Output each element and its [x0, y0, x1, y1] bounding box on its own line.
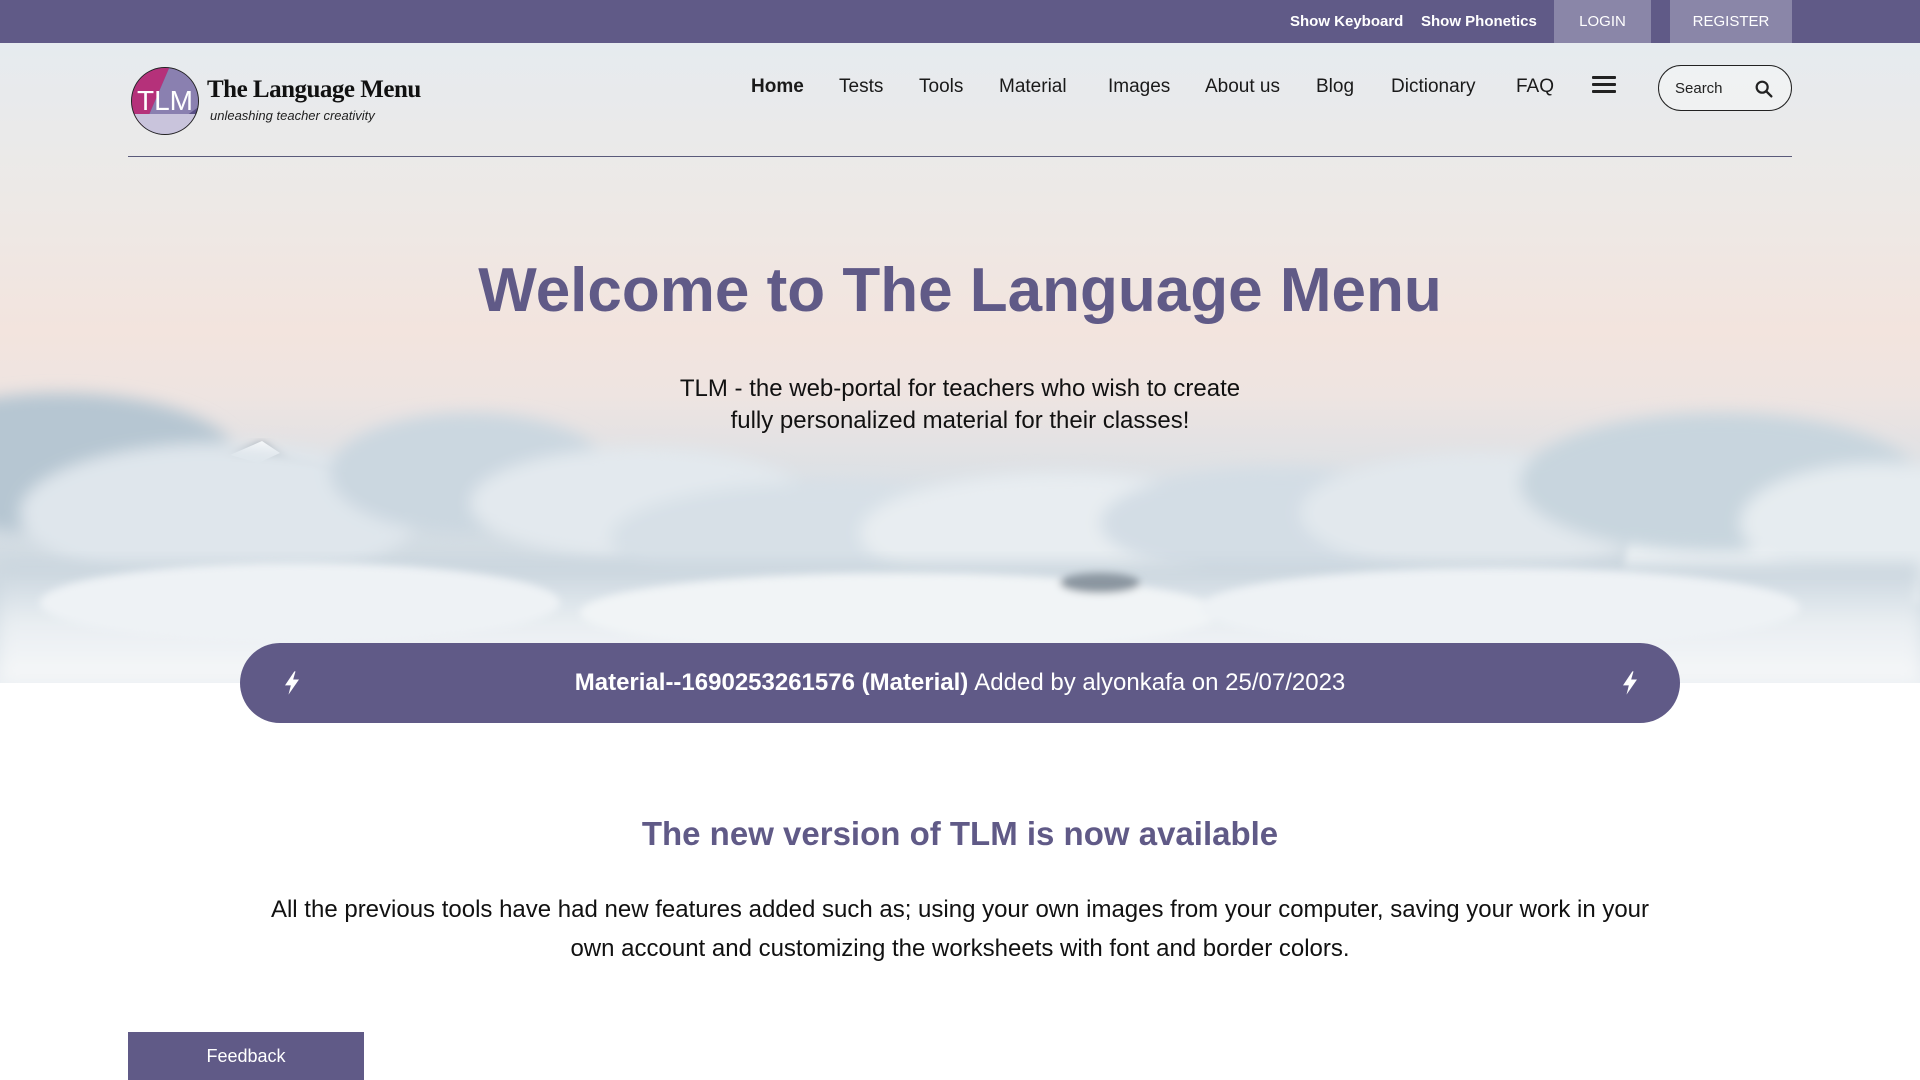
hero-title: Welcome to The Language Menu	[478, 256, 1442, 325]
lightning-bolt-icon	[1623, 671, 1637, 695]
section-title: The new version of TLM is now available	[641, 815, 1279, 852]
logo-tagline: unleashing teacher creativity	[210, 108, 375, 123]
hero-subtitle-line-2: fully personalized material for their cl…	[730, 407, 1190, 434]
nav-tools[interactable]: Tools	[919, 65, 963, 109]
nav-dictionary[interactable]: Dictionary	[1391, 65, 1475, 109]
search-icon[interactable]	[1753, 78, 1775, 100]
latest-material-text: Material--1690253261576 (Material) Added …	[240, 643, 1680, 723]
nav-material[interactable]: Material	[999, 65, 1067, 109]
show-phonetics-link[interactable]: Show Phonetics	[1421, 0, 1537, 43]
search-box	[1658, 65, 1792, 111]
latest-material-meta: Added by alyonkafa on 25/07/2023	[974, 669, 1346, 696]
nav-about-us[interactable]: About us	[1205, 65, 1280, 109]
login-button[interactable]: LOGIN	[1554, 0, 1651, 43]
nav-images[interactable]: Images	[1108, 65, 1170, 109]
hero-subtitle: TLM - the web-portal for teachers who wi…	[610, 373, 1310, 437]
search-input[interactable]	[1675, 76, 1755, 100]
nav-home[interactable]: Home	[751, 65, 804, 109]
nav-blog[interactable]: Blog	[1316, 65, 1354, 109]
tlm-logo-icon: TLM	[131, 67, 199, 135]
logo-monogram: TLM	[137, 85, 193, 116]
top-utility-bar: Show Keyboard Show Phonetics LOGIN REGIS…	[0, 0, 1920, 43]
site-logo[interactable]: TLM The Language Menu unleashing teacher…	[130, 66, 421, 141]
section-text: All the previous tools have had new feat…	[270, 896, 1650, 962]
register-button[interactable]: REGISTER	[1670, 0, 1792, 43]
nav-divider	[128, 156, 1792, 157]
hero-subtitle-line-1: TLM - the web-portal for teachers who wi…	[679, 375, 1241, 402]
nav-faq[interactable]: FAQ	[1516, 65, 1554, 109]
hero-banner: TLM The Language Menu unleashing teacher…	[0, 43, 1920, 683]
logo-name: The Language Menu	[207, 76, 421, 103]
feedback-button[interactable]: Feedback	[128, 1032, 364, 1080]
latest-material-title[interactable]: Material--1690253261576 (Material)	[575, 669, 969, 696]
hamburger-menu-icon[interactable]	[1592, 76, 1616, 96]
latest-material-banner[interactable]: Material--1690253261576 (Material) Added …	[240, 643, 1680, 723]
show-keyboard-link[interactable]: Show Keyboard	[1290, 0, 1403, 43]
nav-tests[interactable]: Tests	[839, 65, 883, 109]
